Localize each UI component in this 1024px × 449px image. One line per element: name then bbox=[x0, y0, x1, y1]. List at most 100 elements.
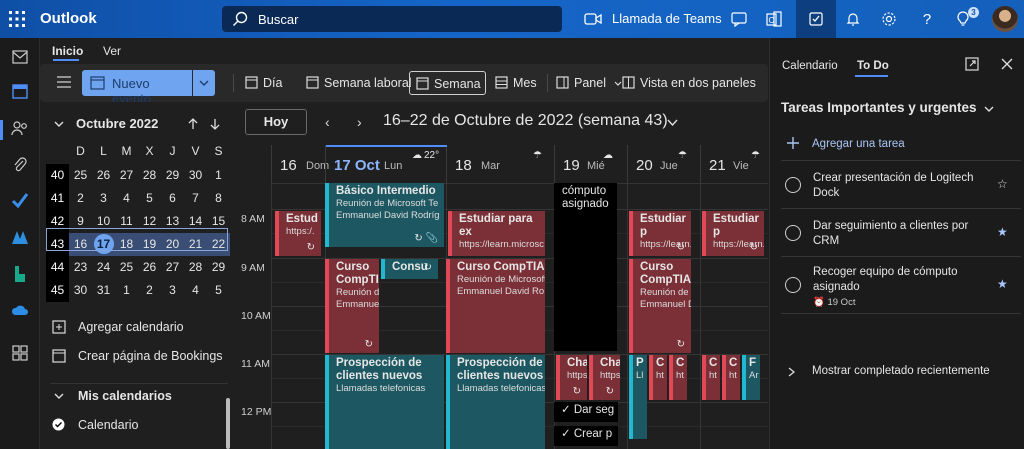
mini-calendar-day[interactable]: 2 bbox=[69, 187, 92, 210]
mini-calendar-day[interactable]: 26 bbox=[138, 256, 161, 279]
event-computo-asignado[interactable]: cómputo asignado bbox=[554, 183, 617, 351]
bell-icon[interactable] bbox=[842, 8, 864, 30]
week-number[interactable]: 41 bbox=[46, 187, 69, 210]
event-cha-1[interactable]: Cha https ↻ bbox=[556, 355, 587, 400]
todo-check-icon[interactable] bbox=[10, 190, 30, 210]
sidebar-scrollbar[interactable] bbox=[226, 398, 230, 449]
app-title[interactable]: Outlook bbox=[40, 10, 97, 27]
event-estud-sunday[interactable]: Estud https:/. ↻ bbox=[275, 211, 321, 256]
mini-calendar-day[interactable]: 29 bbox=[161, 164, 184, 187]
mini-calendar-day[interactable]: 8 bbox=[207, 187, 230, 210]
mini-calendar-day[interactable]: 2 bbox=[138, 279, 161, 302]
day-header-sun[interactable]: 16 Dom bbox=[271, 145, 329, 183]
mini-calendar-day[interactable]: 27 bbox=[115, 164, 138, 187]
mini-calendar-day[interactable]: 4 bbox=[184, 279, 207, 302]
task-item[interactable]: Crear presentación de Logitech Dock ☆ bbox=[781, 160, 1021, 208]
day-header-fri[interactable]: 21 Vie ☂ bbox=[700, 145, 768, 183]
view-work-week-button[interactable]: Semana laboral bbox=[300, 71, 412, 95]
chevron-down-icon[interactable] bbox=[667, 119, 678, 126]
hamburger-menu-icon[interactable] bbox=[56, 76, 72, 88]
collapse-chevron-icon[interactable] bbox=[54, 121, 64, 127]
mini-calendar-day[interactable]: 1 bbox=[207, 164, 230, 187]
task-list-title[interactable]: Tareas Importantes y urgentes bbox=[781, 100, 994, 115]
event-basico-intermedio[interactable]: Básico Intermedio Reunión de Microsoft T… bbox=[325, 183, 444, 247]
tab-ver[interactable]: Ver bbox=[103, 44, 121, 58]
mini-calendar-day[interactable]: 4 bbox=[115, 187, 138, 210]
pane-tab-todo[interactable]: To Do bbox=[857, 60, 889, 72]
star-outline-icon[interactable]: ☆ bbox=[997, 177, 1008, 191]
event-thu-c[interactable]: C ht bbox=[669, 355, 687, 400]
mini-calendar-day[interactable]: 6 bbox=[161, 187, 184, 210]
event-estudiar-friday[interactable]: Estudiar p https://learn. ↻ bbox=[702, 211, 764, 256]
tab-inicio[interactable]: Inicio bbox=[52, 44, 83, 58]
more-apps-icon[interactable] bbox=[10, 343, 30, 363]
event-prospeccion-tuesday[interactable]: Prospección de clientes nuevos Llamadas … bbox=[446, 355, 545, 449]
attachment-icon[interactable] bbox=[10, 154, 30, 174]
dynamics-icon[interactable] bbox=[10, 227, 30, 247]
search-input[interactable]: Buscar bbox=[258, 12, 298, 27]
view-week-button[interactable]: Semana bbox=[409, 71, 486, 95]
event-fri-b[interactable]: C ht bbox=[722, 355, 740, 400]
event-thu-a[interactable]: P Ll bbox=[629, 355, 647, 439]
mini-calendar-day[interactable]: 24 bbox=[92, 256, 115, 279]
mini-calendar-day[interactable]: 5 bbox=[138, 187, 161, 210]
event-curso-monday[interactable]: Curso CompTIA Reunión de Emmanuel ↻ bbox=[325, 259, 379, 353]
day-header-thu[interactable]: 20 Jue ☂ bbox=[627, 145, 700, 183]
close-icon[interactable] bbox=[1001, 58, 1013, 70]
avatar[interactable] bbox=[992, 6, 1018, 32]
mini-calendar-day[interactable]: 28 bbox=[184, 256, 207, 279]
mini-calendar-day[interactable]: 30 bbox=[69, 279, 92, 302]
day-header-wed[interactable]: 19 Mié ☁ bbox=[554, 145, 627, 183]
mail-icon[interactable] bbox=[10, 47, 30, 67]
task-item[interactable]: Dar seguimiento a clientes por CRM ★ bbox=[781, 208, 1021, 256]
onedrive-cloud-icon[interactable] bbox=[10, 300, 30, 320]
view-month-button[interactable]: Mes bbox=[489, 71, 541, 95]
day-header-mon[interactable]: 17 Oct Lun ☁ 22° bbox=[325, 145, 446, 183]
mini-calendar-day[interactable]: 27 bbox=[161, 256, 184, 279]
event-estudiar-thursday[interactable]: Estudiar p https://learn. ↻ bbox=[629, 211, 691, 256]
mini-calendar-day[interactable]: 5 bbox=[207, 279, 230, 302]
today-button[interactable]: Hoy bbox=[245, 109, 307, 135]
view-panel-button[interactable]: Panel bbox=[550, 71, 622, 95]
mini-calendar-day[interactable]: 7 bbox=[184, 187, 207, 210]
app-launcher-icon[interactable] bbox=[8, 10, 26, 28]
week-number[interactable]: 44 bbox=[46, 256, 69, 279]
event-curso-tuesday[interactable]: Curso CompTIA Reunión de Microsoft Emman… bbox=[446, 259, 545, 353]
bookings-icon[interactable] bbox=[10, 264, 30, 284]
star-filled-icon[interactable]: ★ bbox=[997, 225, 1008, 239]
mini-calendar-day[interactable]: 30 bbox=[184, 164, 207, 187]
event-curso-thursday[interactable]: Curso CompTIA Reunión de Emmanuel D ↻ bbox=[629, 259, 691, 353]
mini-calendar-day[interactable]: 29 bbox=[207, 256, 230, 279]
mini-calendar-day[interactable]: 3 bbox=[161, 279, 184, 302]
event-fri-a[interactable]: C ht bbox=[702, 355, 720, 400]
view-split-button[interactable]: Vista en dos paneles bbox=[616, 71, 766, 95]
mini-calendar-day[interactable]: 3 bbox=[92, 187, 115, 210]
task-crear[interactable]: ✓ Crear p bbox=[554, 426, 618, 446]
mini-calendar-day[interactable]: 31 bbox=[92, 279, 115, 302]
week-number[interactable]: 40 bbox=[46, 164, 69, 187]
office-icon[interactable]: O bbox=[763, 8, 785, 30]
chat-icon[interactable] bbox=[728, 8, 750, 30]
star-filled-icon[interactable]: ★ bbox=[997, 277, 1008, 291]
settings-gear-icon[interactable] bbox=[878, 8, 900, 30]
new-event-button[interactable]: Nuevo evento bbox=[82, 70, 192, 106]
mini-calendar-day[interactable]: 26 bbox=[92, 164, 115, 187]
event-prospeccion-monday[interactable]: Prospección de clientes nuevos Llamadas … bbox=[325, 355, 444, 449]
pane-tab-calendar[interactable]: Calendario bbox=[782, 60, 838, 72]
mini-calendar-day[interactable]: 25 bbox=[115, 256, 138, 279]
new-event-dropdown[interactable] bbox=[193, 70, 215, 96]
arrow-down-icon[interactable] bbox=[210, 118, 220, 130]
event-fri-c[interactable]: F Ar bbox=[742, 355, 760, 400]
search-box[interactable]: Buscar bbox=[222, 6, 562, 32]
mini-calendar-day[interactable]: 1 bbox=[115, 279, 138, 302]
task-complete-checkbox[interactable] bbox=[785, 177, 801, 193]
pop-out-icon[interactable] bbox=[965, 57, 979, 71]
mini-calendar-day[interactable]: 23 bbox=[69, 256, 92, 279]
task-complete-checkbox[interactable] bbox=[785, 277, 801, 293]
task-complete-checkbox[interactable] bbox=[785, 225, 801, 241]
event-thu-b[interactable]: C ht bbox=[649, 355, 667, 400]
people-icon[interactable] bbox=[10, 118, 30, 138]
week-number[interactable]: 45 bbox=[46, 279, 69, 302]
calendar-icon[interactable] bbox=[10, 81, 30, 101]
help-icon[interactable]: ? bbox=[916, 8, 938, 30]
